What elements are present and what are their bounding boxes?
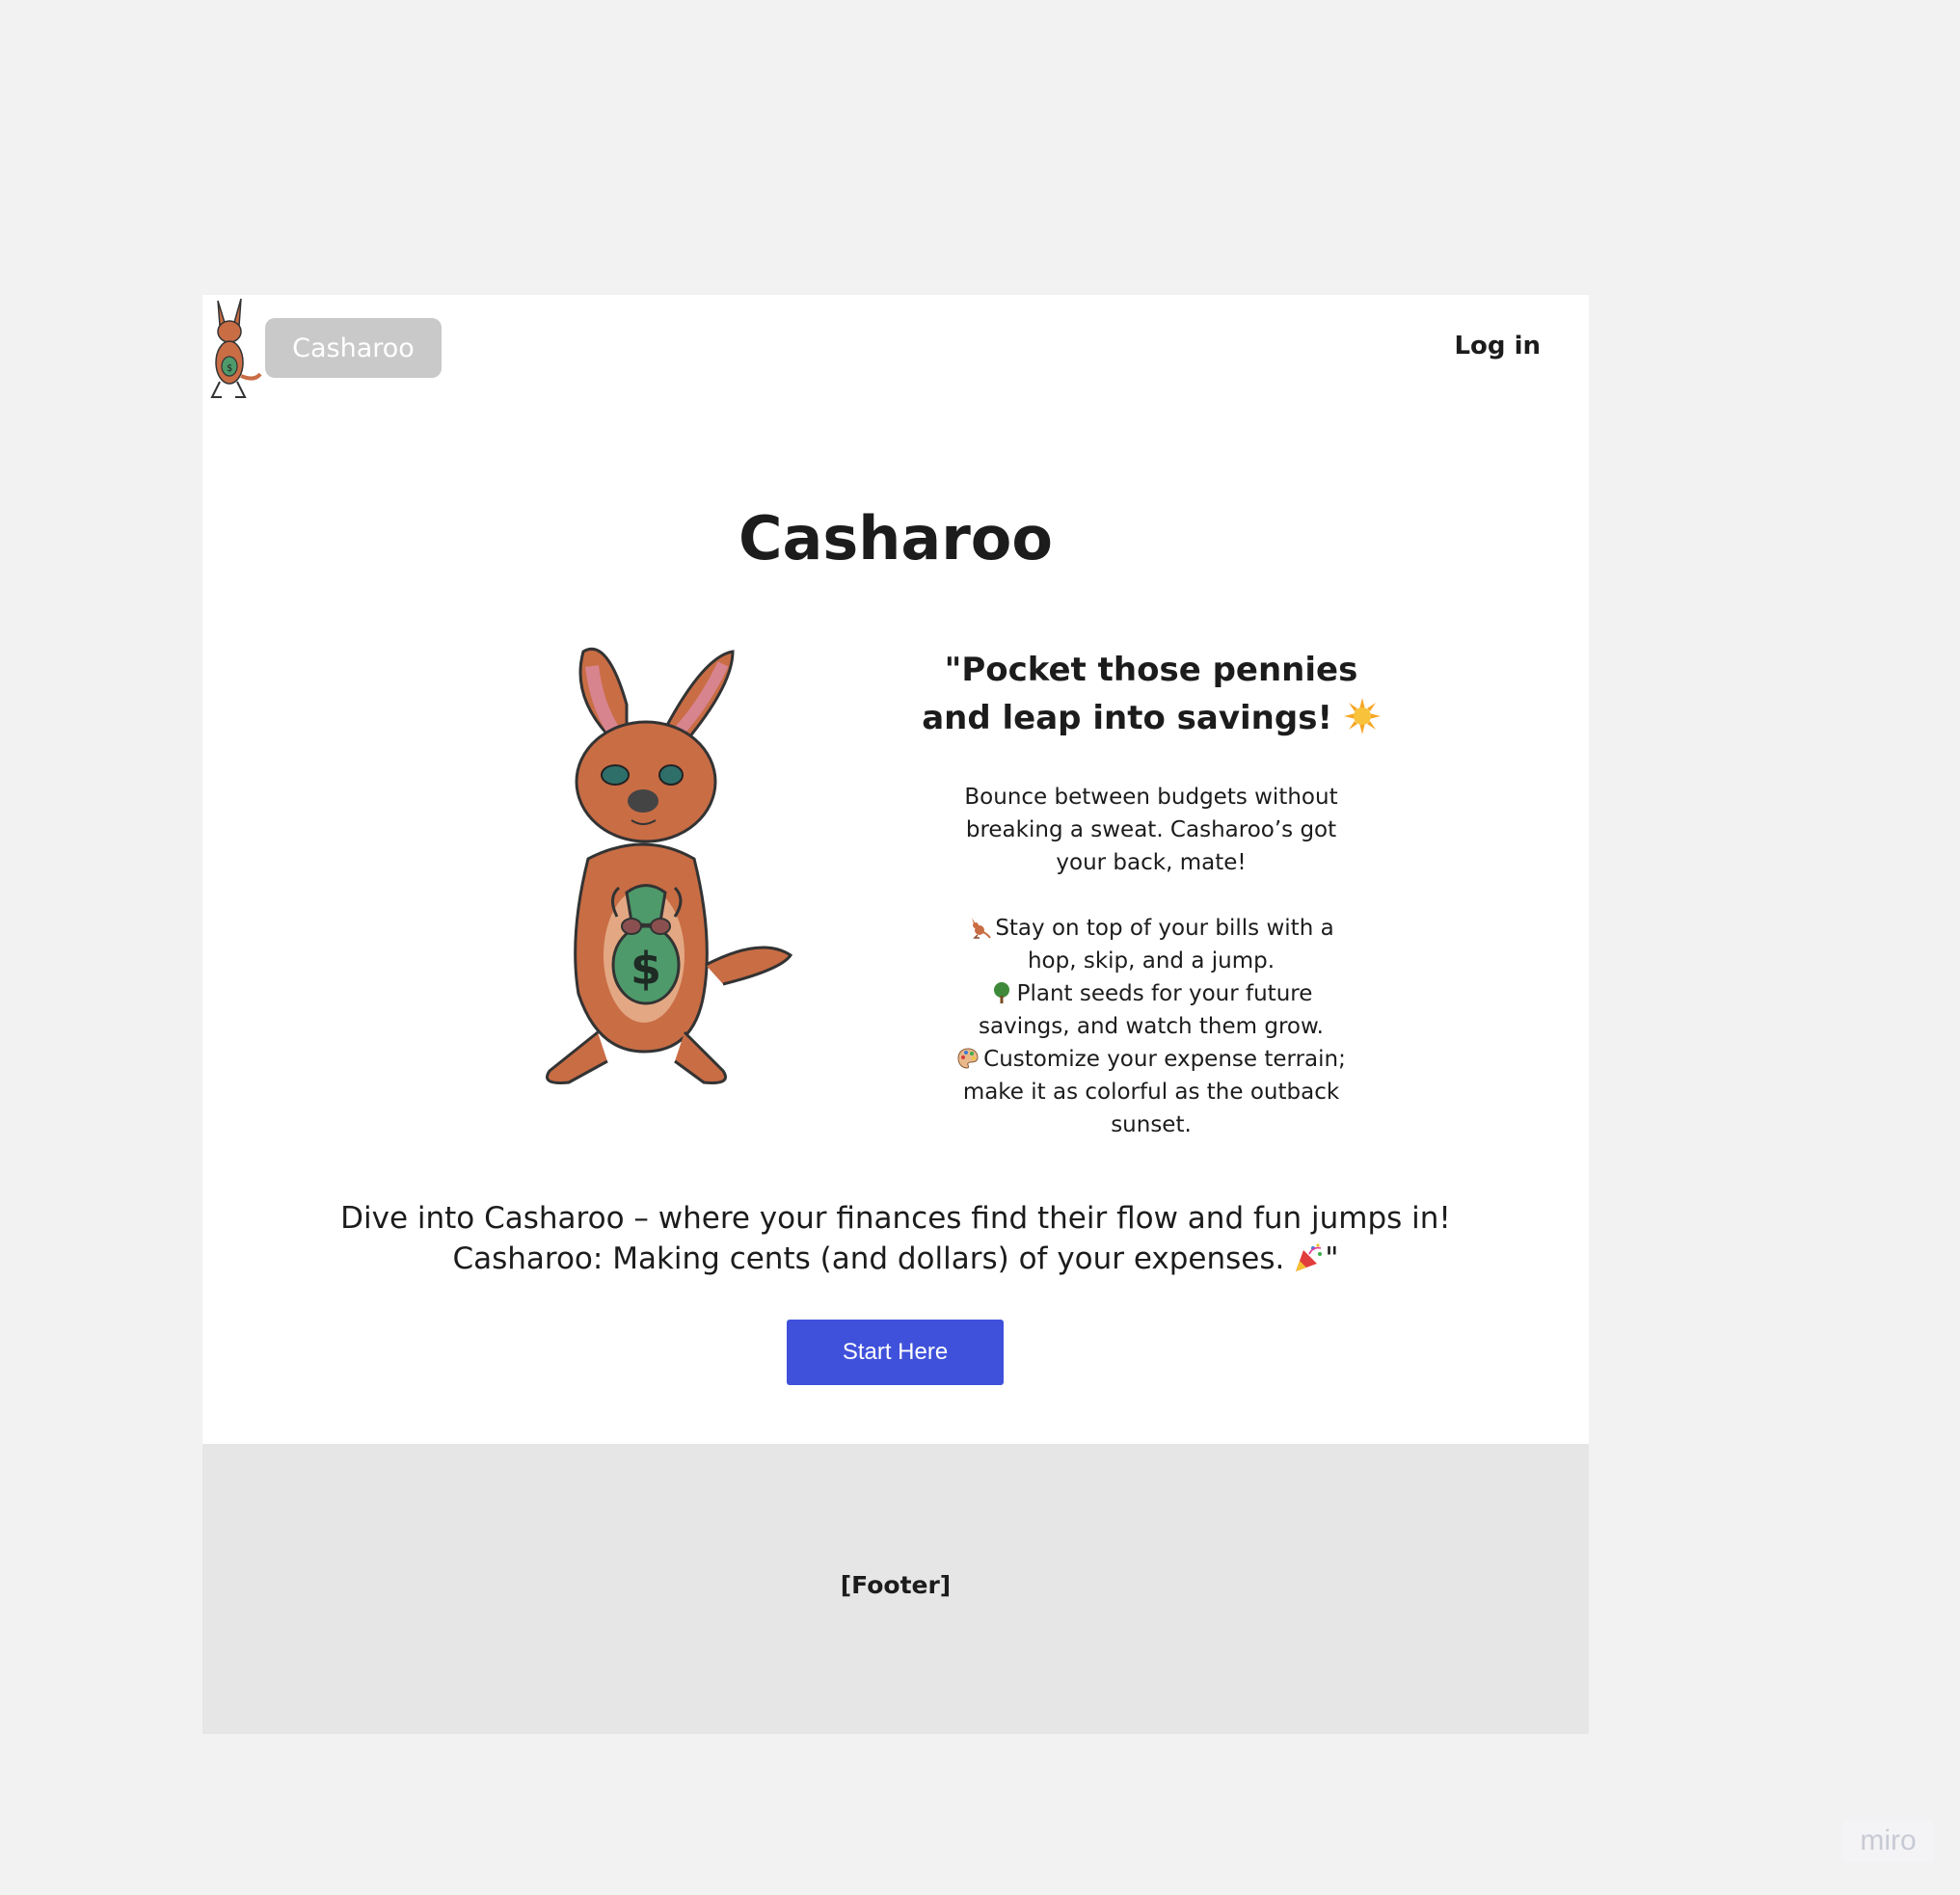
kangaroo-mascot-image: $ (546, 647, 793, 1084)
closing-text: Dive into Casharoo – where your finances… (202, 1198, 1589, 1279)
footer: [Footer] (202, 1444, 1589, 1734)
kangaroo-icon (972, 918, 992, 939)
page-title: Casharoo (738, 503, 1053, 574)
closing-line-2: Casharoo: Making cents (and dollars) of … (202, 1239, 1589, 1279)
party-popper-icon (1296, 1243, 1323, 1271)
closing-quote: " (1325, 1241, 1339, 1276)
hero-description: Bounce between budgets without breaking … (964, 785, 1338, 875)
header: $ Casharoo Log in (202, 295, 1589, 411)
feature-text: Stay on top of your bills with a hop, sk… (995, 916, 1334, 974)
sun-icon (1343, 698, 1381, 734)
tree-icon (993, 982, 1009, 1003)
closing-line-1: Dive into Casharoo – where your finances… (340, 1201, 1451, 1236)
brand-button[interactable]: Casharoo (265, 318, 442, 378)
feature-text: Plant seeds for your future savings, and… (979, 981, 1324, 1039)
feature-list: Stay on top of your bills with a hop, sk… (949, 912, 1354, 1141)
footer-label: [Footer] (840, 1571, 952, 1599)
page-frame: $ Casharoo Log in Casharoo $ "Pocket tho… (202, 295, 1589, 1734)
palette-icon (957, 1048, 979, 1069)
hero-text-column: "Pocket those pennies and leap into savi… (877, 646, 1425, 1141)
tagline: "Pocket those pennies and leap into savi… (910, 646, 1392, 742)
svg-text:$: $ (227, 363, 232, 374)
feature-item: Stay on top of your bills with a hop, sk… (949, 912, 1354, 977)
feature-item: Plant seeds for your future savings, and… (949, 977, 1354, 1043)
closing-line-2-text: Casharoo: Making cents (and dollars) of … (452, 1241, 1285, 1276)
svg-text:$: $ (631, 943, 661, 995)
feature-item: Customize your expense terrain; make it … (949, 1043, 1354, 1141)
kangaroo-logo-icon[interactable]: $ (199, 297, 262, 403)
miro-watermark[interactable]: miro (1842, 1820, 1934, 1862)
start-here-button[interactable]: Start Here (787, 1320, 1004, 1385)
feature-text: Customize your expense terrain; make it … (962, 1047, 1346, 1137)
login-link[interactable]: Log in (1454, 332, 1541, 360)
tagline-text: "Pocket those pennies and leap into savi… (922, 651, 1358, 737)
